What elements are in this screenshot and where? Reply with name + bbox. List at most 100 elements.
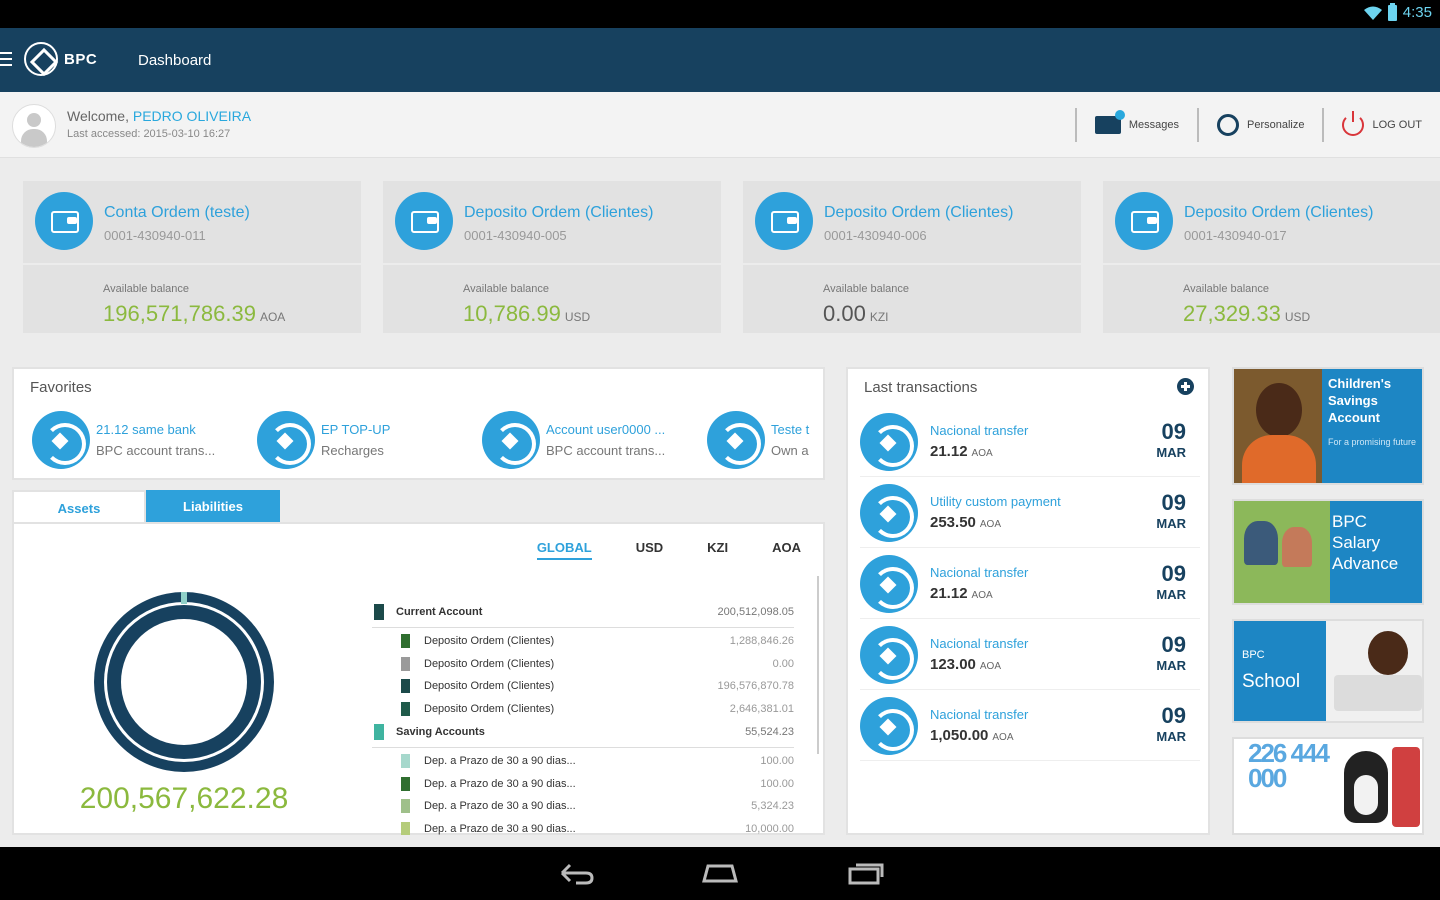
account-card[interactable]: Deposito Ordem (Clientes) 0001-430940-00…: [743, 181, 1081, 333]
favorite-subtitle: BPC account trans...: [546, 443, 666, 458]
portfolio-donut-chart: [94, 592, 274, 772]
home-icon[interactable]: [700, 863, 740, 883]
last-accessed-value: 2015-03-10 16:27: [143, 128, 231, 140]
breakdown-label: Dep. a Prazo de 30 a 90 dias...: [424, 777, 576, 790]
promo-school[interactable]: BPC School: [1232, 619, 1424, 723]
cards-illustration: [1392, 747, 1420, 827]
transaction-row[interactable]: Nacional transfer 21.12 AOA 09 MAR: [860, 549, 1200, 619]
transaction-amount: 1,050.00 AOA: [930, 727, 1014, 744]
back-icon[interactable]: [556, 861, 596, 885]
transaction-month: MAR: [1156, 658, 1186, 673]
account-number: 0001-430940-011: [104, 228, 206, 243]
last-accessed-label: Last accessed:: [67, 128, 141, 140]
promo-headline: School: [1242, 671, 1301, 692]
legend-swatch: [401, 634, 410, 648]
breakdown-value: 200,512,098.05: [717, 606, 794, 618]
account-card[interactable]: Conta Ordem (teste) 0001-430940-011 Avai…: [23, 181, 361, 333]
add-icon[interactable]: [1177, 378, 1194, 395]
amount-value: 21.12: [930, 443, 968, 460]
account-card[interactable]: Deposito Ordem (Clientes) 0001-430940-00…: [383, 181, 721, 333]
account-card-header: Deposito Ordem (Clientes) 0001-430940-00…: [743, 181, 1081, 263]
transaction-row[interactable]: Nacional transfer 123.00 AOA 09 MAR: [860, 620, 1200, 690]
tab-assets[interactable]: Assets: [12, 490, 146, 523]
balance-value: 10,786.99: [463, 301, 561, 326]
promo-brand: BPC: [1242, 649, 1265, 661]
system-nav-bar: [0, 847, 1440, 900]
transaction-row[interactable]: Utility custom payment 253.50 AOA 09 MAR: [860, 478, 1200, 548]
legend-swatch: [401, 776, 410, 791]
laptop-photo: [1334, 675, 1422, 711]
amount-currency: AOA: [979, 661, 1002, 672]
breakdown-item: Dep. a Prazo de 30 a 90 dias... 5,324.23: [372, 795, 808, 818]
payment-icon: [860, 484, 918, 542]
account-name: Deposito Ordem (Clientes): [1184, 204, 1374, 221]
bird-belly: [1354, 775, 1378, 815]
favorites-panel: Favorites 21.12 same bank BPC account tr…: [12, 367, 825, 480]
portfolio-panel: Assets Liabilities GLOBAL USD KZI AOA 20…: [12, 490, 825, 835]
legend-swatch: [374, 724, 384, 740]
transaction-day: 09: [1161, 419, 1186, 444]
promo-childrens-savings[interactable]: Children's Savings Account For a promisi…: [1232, 367, 1424, 485]
favorite-item[interactable]: EP TOP-UP Recharges: [257, 411, 477, 469]
account-number: 0001-430940-005: [464, 228, 567, 243]
promo-headline: BPC Salary Advance: [1332, 511, 1398, 574]
transaction-row[interactable]: Nacional transfer 1,050.00 AOA 09 MAR: [860, 691, 1200, 761]
logout-button[interactable]: LOG OUT: [1324, 102, 1440, 148]
welcome-bar: Welcome, PEDRO OLIVEIRA Last accessed: 2…: [0, 92, 1440, 158]
portfolio-tabs: Assets Liabilities: [12, 490, 280, 524]
transfer-icon: [860, 626, 918, 684]
favorite-item[interactable]: Account user0000 ... BPC account trans..…: [482, 411, 702, 469]
amount-value: 253.50: [930, 514, 976, 531]
available-balance-label: Available balance: [103, 283, 190, 295]
tab-liabilities[interactable]: Liabilities: [146, 490, 280, 523]
promo-lottery[interactable]: 226 444 000: [1232, 737, 1424, 835]
favorite-item[interactable]: 21.12 same bank BPC account trans...: [32, 411, 252, 469]
menu-icon[interactable]: [0, 52, 12, 66]
transaction-month: MAR: [1156, 445, 1186, 460]
student-photo: [1368, 631, 1408, 675]
account-name: Deposito Ordem (Clientes): [464, 204, 654, 221]
promo-line: Children's: [1328, 376, 1392, 391]
personalize-button[interactable]: Personalize: [1199, 102, 1322, 148]
transaction-row[interactable]: Nacional transfer 21.12 AOA 09 MAR: [860, 407, 1200, 477]
account-card[interactable]: Deposito Ordem (Clientes) 0001-430940-01…: [1103, 181, 1440, 333]
page-title: Dashboard: [138, 52, 212, 69]
legend-swatch: [401, 754, 410, 768]
logo: BPC: [24, 42, 97, 76]
balance-value: 196,571,786.39: [103, 301, 256, 326]
currency-tab-usd[interactable]: USD: [636, 540, 663, 560]
transaction-month: MAR: [1156, 516, 1186, 531]
transaction-day: 09: [1161, 703, 1186, 728]
transaction-amount: 123.00 AOA: [930, 656, 1001, 673]
balance-value: 27,329.33: [1183, 301, 1281, 326]
transaction-type: Utility custom payment: [930, 494, 1061, 509]
legend-swatch: [401, 799, 410, 813]
breakdown-item: Deposito Ordem (Clientes) 196,576,870.78: [372, 675, 808, 698]
available-balance-label: Available balance: [463, 283, 550, 295]
currency-tab-kzi[interactable]: KZI: [707, 540, 728, 560]
promo-salary-advance[interactable]: BPC Salary Advance: [1232, 499, 1424, 605]
favorite-subtitle: Recharges: [321, 443, 384, 458]
welcome-greeting: Welcome,: [67, 108, 129, 124]
promo-headline: Children's Savings Account: [1328, 375, 1391, 426]
promo-line: Advance: [1332, 554, 1399, 573]
account-balance-box: Available balance 0.00 KZI: [743, 265, 1081, 333]
avatar[interactable]: [12, 104, 56, 148]
favorite-title: 21.12 same bank: [96, 422, 196, 437]
account-number: 0001-430940-017: [1184, 228, 1287, 243]
currency-tab-aoa[interactable]: AOA: [772, 540, 801, 560]
transfer-icon: [32, 411, 90, 469]
balance-currency: KZI: [869, 310, 889, 324]
currency-tabs: GLOBAL USD KZI AOA: [536, 540, 801, 560]
favorite-item[interactable]: Teste t Own a: [707, 411, 819, 469]
last-transactions-title: Last transactions: [864, 379, 978, 396]
scrollbar[interactable]: [817, 576, 819, 754]
recent-apps-icon[interactable]: [846, 861, 886, 885]
breakdown-value: 10,000.00: [745, 822, 794, 835]
user-name: PEDRO OLIVEIRA: [132, 108, 252, 124]
currency-tab-global[interactable]: GLOBAL: [536, 540, 592, 560]
breakdown-value: 5,324.23: [751, 800, 794, 812]
messages-button[interactable]: Messages: [1077, 102, 1197, 148]
header-actions: Messages Personalize LOG OUT: [1074, 102, 1440, 148]
breakdown-value: 100.00: [760, 777, 794, 790]
